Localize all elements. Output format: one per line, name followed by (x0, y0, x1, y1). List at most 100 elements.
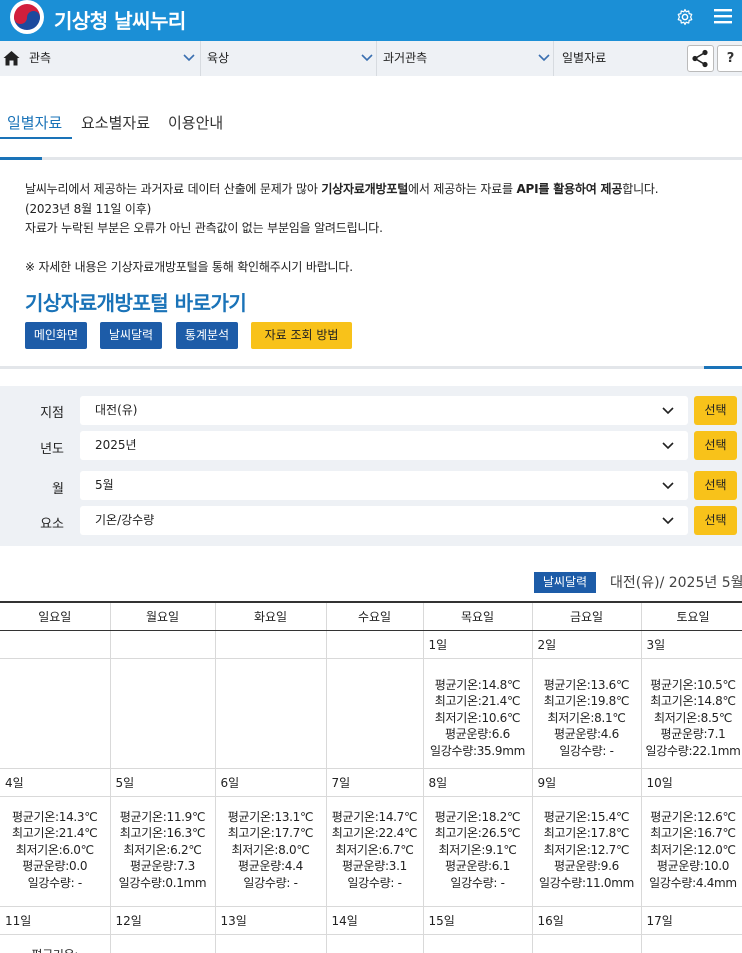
calendar-day-cell (532, 934, 642, 953)
breadcrumb-observation[interactable]: 관측 (21, 41, 201, 76)
calendar-date: 16일 (532, 906, 642, 935)
calendar-day-cell: 평균기온:12.6℃ 최고기온:16.7℃ 최저기온:12.0℃ 평균운량:10.0 일… (641, 796, 742, 907)
year-select-button[interactable]: 선택 (694, 431, 737, 460)
menu-icon[interactable] (714, 8, 732, 24)
active-tab-indicator (0, 137, 72, 139)
calendar-date: 13일 (215, 906, 327, 935)
month-select-button[interactable]: 선택 (694, 471, 737, 500)
main-screen-button[interactable]: 메인화면 (25, 322, 87, 349)
breadcrumb-daily-data[interactable]: 일별자료 (554, 41, 684, 76)
breadcrumb-label: 일별자료 (562, 51, 607, 65)
tab-element-data[interactable]: 요소별자료 (81, 112, 150, 133)
calendar-date (0, 630, 111, 659)
month-select[interactable]: 5월 (80, 471, 688, 500)
breadcrumb-label: 관측 (29, 51, 52, 65)
calendar-date: 14일 (326, 906, 424, 935)
weather-stat: 일강수량: - (27, 875, 83, 890)
weather-stat: 일강수량: - (347, 875, 402, 890)
weather-stat: 최저기온:12.7℃ (543, 842, 630, 857)
calendar-day-cell (641, 934, 742, 953)
weather-stat: 평균기온:18.2℃ (434, 809, 521, 824)
calendar-day-cell (326, 934, 424, 953)
weather-stat: 최고기온:22.4℃ (331, 826, 418, 840)
data-guide-button[interactable]: 자료 조회 방법 (251, 322, 352, 349)
calendar-date: 3일 (641, 630, 742, 659)
app-title[interactable]: 기상청 날씨누리 (54, 5, 186, 34)
calendar-day-cell: 평균기온:11.9℃ 최고기온:16.3℃ 최저기온:6.2℃ 평균운량:7.3 일강수… (110, 796, 216, 907)
calendar-data-row: 평균기온: (0, 934, 742, 953)
weather-stat: 최고기온:16.7℃ (650, 826, 736, 840)
calendar-data-row: 평균기온:14.8℃ 최고기온:21.4℃ 최저기온:10.6℃ 평균운량:6.6 일강… (0, 658, 742, 769)
breadcrumb-land[interactable]: 육상 (201, 41, 377, 76)
calendar-date: 6일 (215, 768, 327, 797)
calendar-date (215, 630, 327, 659)
calendar-day-cell (0, 658, 111, 769)
weather-calendar-button[interactable]: 날씨달력 (100, 322, 162, 349)
weather-stat: 일강수량:22.1mm (645, 743, 741, 758)
chevron-down-icon (662, 517, 674, 525)
weather-stat: 평균운량:7.3 (130, 859, 195, 873)
breadcrumb-past-observation[interactable]: 과거관측 (377, 41, 554, 76)
element-select[interactable]: 기온/강수량 (80, 506, 688, 535)
weather-stat: 평균운량:7.1 (660, 727, 726, 741)
weather-stat: 최고기온:21.4℃ (434, 694, 521, 708)
weather-stat: 최고기온:19.8℃ (543, 694, 630, 708)
home-icon[interactable] (3, 50, 20, 66)
weather-stat: 평균기온: (0, 947, 110, 953)
weather-stat: 평균운량:3.1 (342, 859, 407, 873)
weather-stat: 최고기온:17.8℃ (543, 826, 630, 840)
notice-accent (0, 157, 42, 160)
calendar-date: 11일 (0, 906, 111, 935)
calendar-date: 12일 (110, 906, 216, 935)
station-select[interactable]: 대전(유) (80, 396, 688, 425)
calendar-date-row: 4일 5일 6일 7일 8일 9일 10일 (0, 768, 742, 797)
notice-line: ※ 자세한 내용은 기상자료개방포털을 통해 확인해주시기 바랍니다. (25, 260, 353, 274)
chevron-down-icon (538, 54, 550, 62)
calendar-day-cell (110, 934, 216, 953)
tab-usage-guide[interactable]: 이용안내 (168, 112, 223, 133)
weekday-header: 화요일 (215, 601, 327, 631)
weekday-header: 금요일 (532, 601, 642, 631)
portal-link[interactable]: 기상자료개방포털 바로가기 (25, 287, 247, 316)
taegeuk-logo-icon[interactable] (10, 0, 44, 34)
weather-stat: 일강수량:11.0mm (538, 875, 634, 890)
calendar-date: 17일 (641, 906, 742, 935)
weather-stat: 평균운량:9.6 (554, 859, 619, 873)
tab-daily-data[interactable]: 일별자료 (7, 112, 62, 133)
chevron-down-icon (662, 407, 674, 415)
weather-stat: 평균기온:15.4℃ (543, 809, 630, 824)
chevron-down-icon (662, 442, 674, 450)
calendar-date: 8일 (423, 768, 533, 797)
weather-stat: 평균기온:14.3℃ (12, 809, 98, 824)
calendar-date: 2일 (532, 630, 642, 659)
year-select[interactable]: 2025년 (80, 431, 688, 460)
calendar-title: 대전(유)/ 2025년 5월 (610, 575, 742, 591)
notice-accent (704, 366, 742, 369)
gear-icon[interactable] (676, 8, 694, 26)
weather-stat: 최고기온:14.8℃ (650, 694, 736, 708)
weather-stat: 최저기온:6.7℃ (335, 842, 414, 857)
calendar-date: 7일 (326, 768, 424, 797)
calendar-date-row: 1일 2일 3일 (0, 630, 742, 659)
notice-line: (2023년 8월 11일 이후) (25, 202, 152, 216)
calendar-date: 9일 (532, 768, 642, 797)
weather-stat: 최저기온:6.0℃ (15, 842, 94, 857)
weekday-header: 일요일 (0, 601, 111, 631)
help-button[interactable]: ? (717, 45, 742, 72)
calendar-date (110, 630, 216, 659)
element-label: 요소 (40, 517, 64, 532)
weather-stat: 평균기온:11.9℃ (119, 809, 206, 824)
calendar-day-cell: 평균기온:15.4℃ 최고기온:17.8℃ 최저기온:12.7℃ 평균운량:9.6 일강… (532, 796, 642, 907)
share-button[interactable] (687, 45, 714, 72)
calendar-day-cell: 평균기온:18.2℃ 최고기온:26.5℃ 최저기온:9.1℃ 평균운량:6.1 일강수… (423, 796, 533, 907)
station-select-button[interactable]: 선택 (694, 396, 737, 425)
weather-stat: 평균기온:13.1℃ (227, 809, 314, 824)
weather-stat: 최저기온:8.1℃ (547, 710, 626, 725)
breadcrumb-label: 과거관측 (383, 51, 428, 65)
weather-stat: 일강수량: - (450, 875, 505, 890)
calendar-day-cell (423, 934, 533, 953)
statistics-button[interactable]: 통계분석 (176, 322, 238, 349)
breadcrumb-label: 육상 (207, 51, 230, 65)
element-select-button[interactable]: 선택 (694, 506, 737, 535)
calendar-date: 5일 (110, 768, 216, 797)
